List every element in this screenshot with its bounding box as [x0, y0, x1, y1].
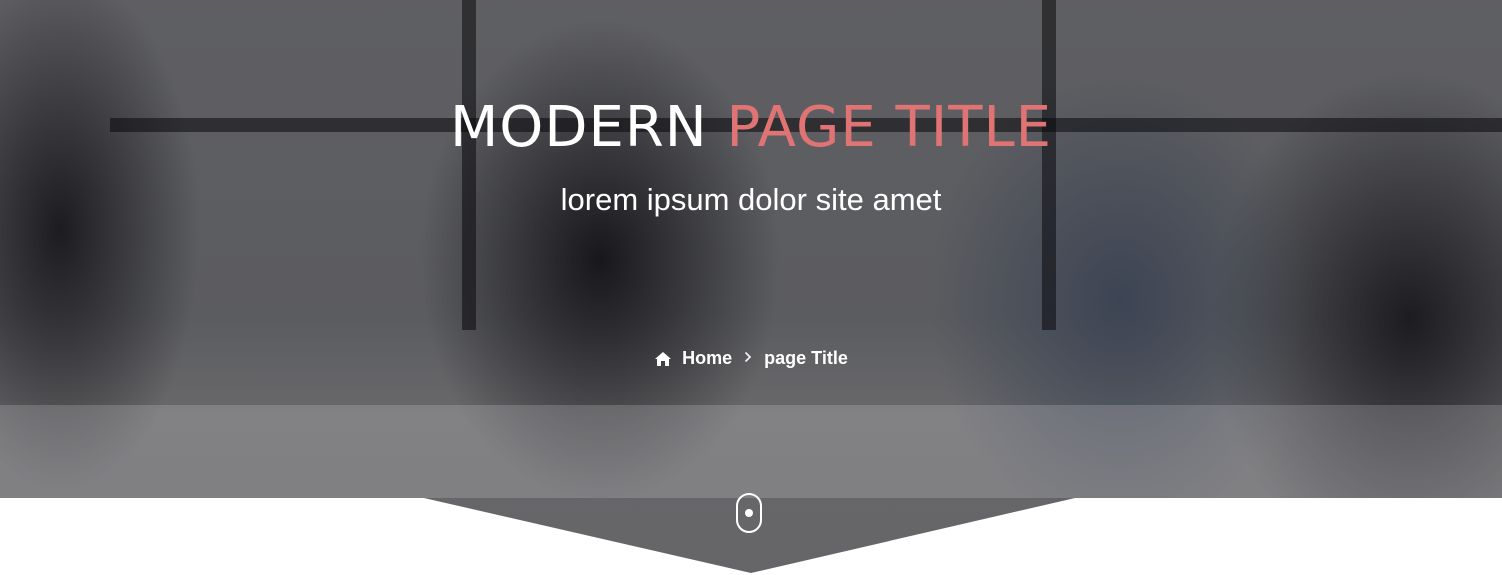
page-title-hero: MODERN PAGE TITLE lorem ipsum dolor site… — [0, 0, 1502, 575]
chevron-right-icon — [744, 350, 752, 368]
breadcrumb-current: page Title — [764, 348, 848, 368]
page-title-accent: PAGE TITLE — [726, 95, 1053, 160]
page-title: MODERN PAGE TITLE — [0, 88, 1502, 168]
breadcrumb-home-link[interactable]: Home — [682, 348, 732, 369]
page-title-main: MODERN — [449, 95, 708, 160]
breadcrumb: Home page Title — [0, 348, 1502, 369]
hero-background-image — [0, 0, 1502, 573]
home-icon[interactable] — [654, 351, 672, 367]
mouse-scroll-icon[interactable] — [736, 493, 762, 533]
scroll-dot — [745, 509, 753, 517]
page-subtitle: lorem ipsum dolor site amet — [560, 182, 942, 217]
